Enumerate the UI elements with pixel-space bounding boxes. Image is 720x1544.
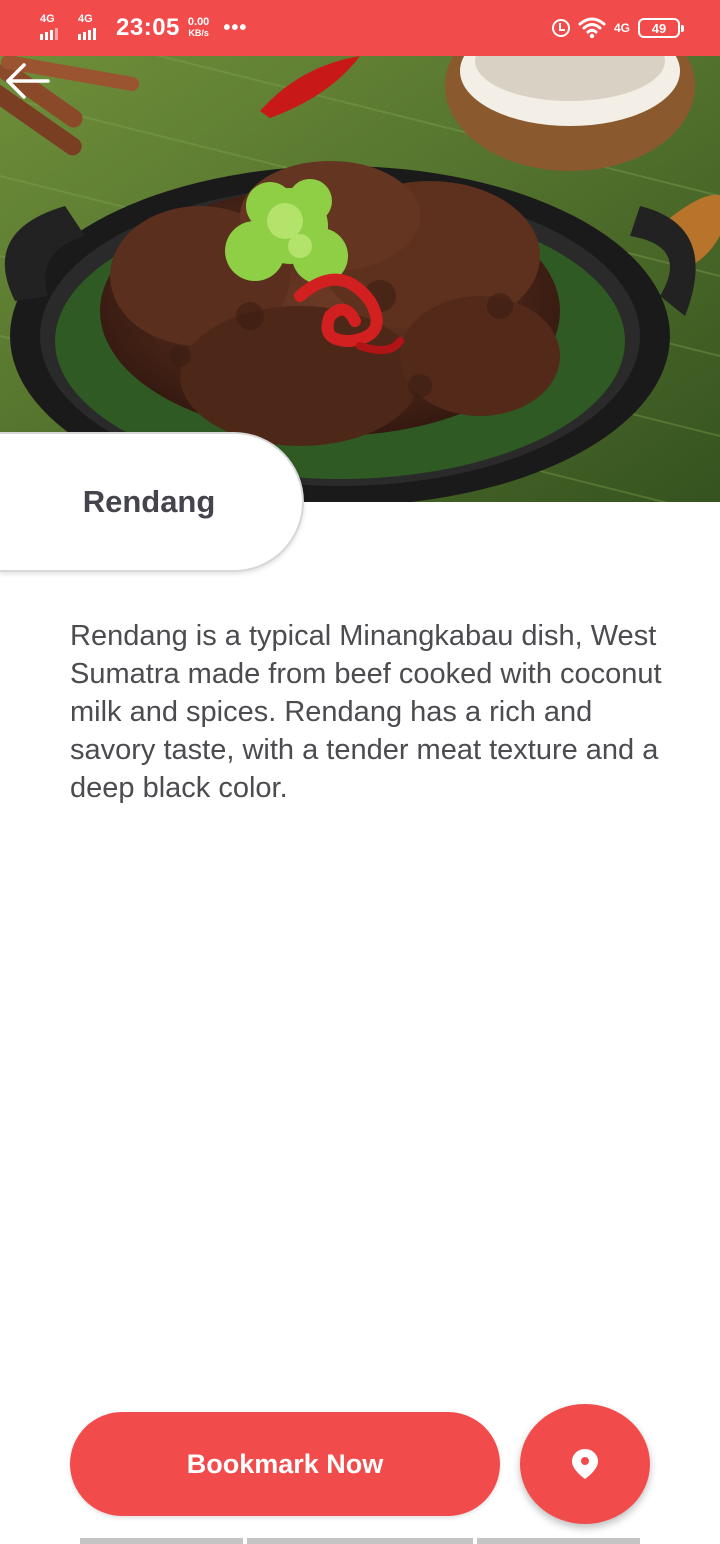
dish-description: Rendang is a typical Minangkabau dish, W…: [70, 620, 662, 804]
signal-icon-sim1: 4G: [40, 14, 70, 42]
nav-indicator-center: [247, 1538, 473, 1544]
sim1-label: 4G: [40, 13, 55, 25]
clock: 23:05: [116, 14, 180, 41]
back-arrow-icon[interactable]: [0, 56, 56, 106]
battery-icon: 49: [638, 18, 684, 38]
map-pin-icon: [572, 1449, 598, 1479]
status-right: 4G 49: [551, 14, 684, 42]
title-card: Rendang: [0, 432, 304, 572]
map-location-button[interactable]: [520, 1404, 650, 1524]
more-notifications-icon: •••: [223, 16, 248, 39]
dish-title: Rendang: [82, 484, 216, 519]
nav-indicator-right: [477, 1538, 640, 1544]
status-left: 4G 4G 23:05 0.00 KB/s •••: [40, 12, 247, 44]
network-type: 4G: [613, 21, 630, 35]
nav-indicator-left: [80, 1538, 243, 1544]
wifi-icon: [578, 17, 606, 39]
status-bar: 4G 4G 23:05 0.00 KB/s ••• 4G 49: [0, 0, 720, 56]
bookmark-button[interactable]: Bookmark Now: [70, 1412, 500, 1516]
network-speed: 0.00 KB/s: [188, 17, 209, 39]
speed-unit: KB/s: [188, 28, 209, 38]
signal-icon-sim2: 4G: [78, 14, 108, 42]
battery-level: 49: [651, 20, 667, 36]
alarm-icon: [551, 19, 570, 37]
speed-value: 0.00: [187, 16, 210, 28]
sim2-label: 4G: [78, 13, 93, 25]
